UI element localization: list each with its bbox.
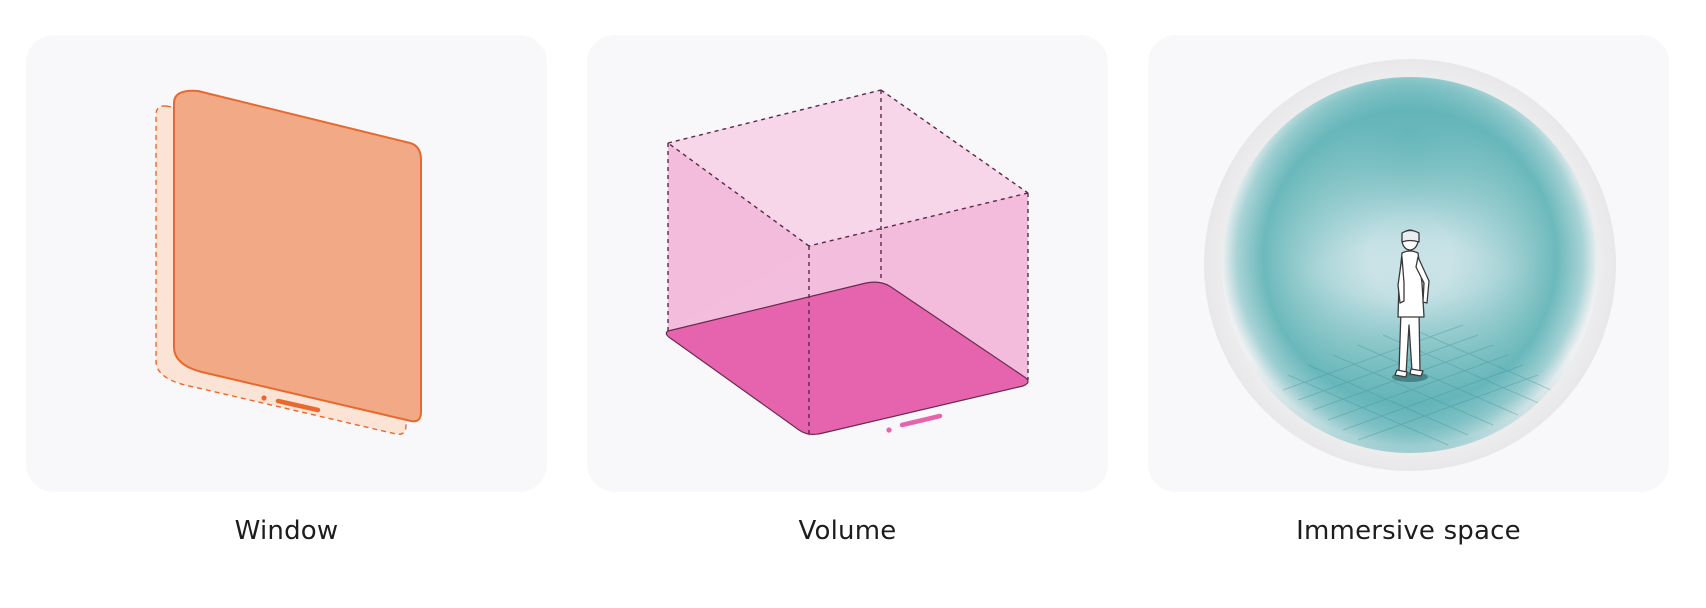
window-front-shape [173,89,422,423]
window-control-dot [261,395,267,401]
volume-grab-bar [899,413,943,428]
volume-control-dot [886,427,892,433]
volume-illustration-icon [665,89,1029,436]
window-panel [26,35,547,492]
window-illustration-icon [155,89,422,435]
window-label: Window [234,516,339,546]
immersive-panel [1148,35,1669,492]
immersive-space-illustration-icon [1204,59,1616,471]
volume-panel [587,35,1108,492]
volume-label: Volume [798,516,897,546]
immersive-space-label: Immersive space [1296,516,1521,546]
